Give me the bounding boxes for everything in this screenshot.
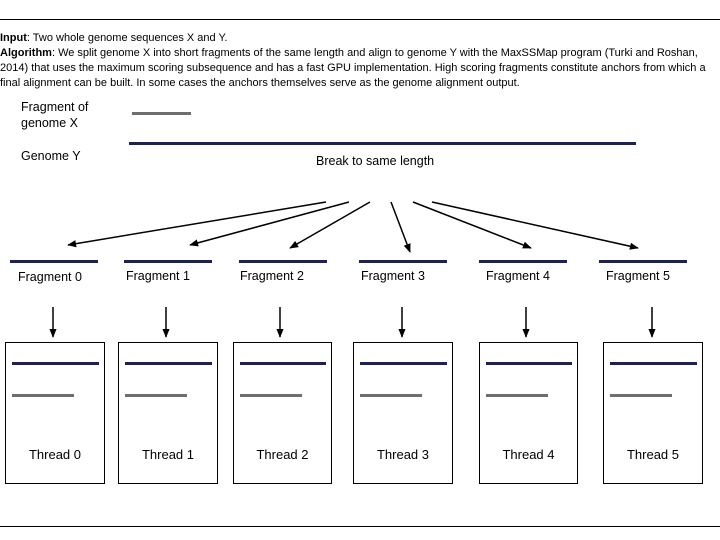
input-text: : Two whole genome sequences X and Y. xyxy=(26,32,228,44)
fragment-bar-2 xyxy=(239,260,327,263)
split-arrow-3 xyxy=(390,201,411,253)
thread-label-1: Thread 1 xyxy=(141,447,195,462)
fragment-bar-0 xyxy=(10,260,98,263)
legend-fragment-line1: Fragment of xyxy=(21,100,89,114)
thread-genome-y-bar xyxy=(240,362,326,365)
legend-fragment-line2: genome X xyxy=(21,116,78,130)
thread-fragment-bar xyxy=(125,394,187,397)
thread-label-3: Thread 3 xyxy=(376,447,430,462)
legend-fragment-bar xyxy=(132,112,191,115)
split-arrow-5 xyxy=(431,201,639,250)
thread-fragment-bar xyxy=(610,394,672,397)
split-arrow-1 xyxy=(189,201,350,247)
fragment-label-2: Fragment 2 xyxy=(240,269,304,283)
description: Input: Two whole genome sequences X and … xyxy=(0,31,720,91)
fragment-label-3: Fragment 3 xyxy=(361,269,425,283)
algorithm-text: : We split genome X into short fragments… xyxy=(0,47,706,89)
thread-genome-y-bar xyxy=(610,362,697,365)
thread-genome-y-bar xyxy=(12,362,99,365)
thread-fragment-bar xyxy=(360,394,422,397)
algorithm-label: Algorithm xyxy=(0,47,52,59)
fragment-label-4: Fragment 4 xyxy=(486,269,550,283)
split-arrow-0 xyxy=(67,201,327,248)
fragment-bar-1 xyxy=(124,260,212,263)
thread-genome-y-bar xyxy=(360,362,447,365)
break-label: Break to same length xyxy=(316,154,435,168)
thread-label-2: Thread 2 xyxy=(256,447,309,462)
legend-genome-y-label: Genome Y xyxy=(21,149,81,163)
thread-label-0: Thread 0 xyxy=(28,447,82,462)
thread-box-5: Thread 5 xyxy=(603,342,703,484)
split-arrow-2 xyxy=(289,201,371,249)
fragment-label-1: Fragment 1 xyxy=(126,269,190,283)
bottom-rule xyxy=(0,526,720,527)
genome-y-bar xyxy=(129,142,636,145)
thread-fragment-bar xyxy=(240,394,302,397)
fragment-bar-5 xyxy=(599,260,687,263)
split-arrow-4 xyxy=(412,201,532,249)
thread-label-4: Thread 4 xyxy=(502,447,555,462)
fragment-bar-4 xyxy=(479,260,567,263)
thread-fragment-bar xyxy=(486,394,548,397)
thread-box-2: Thread 2 xyxy=(233,342,332,484)
fragment-label-0: Fragment 0 xyxy=(18,270,82,284)
thread-box-4: Thread 4 xyxy=(479,342,578,484)
fragment-bar-3 xyxy=(359,260,447,263)
thread-genome-y-bar xyxy=(486,362,572,365)
thread-box-3: Thread 3 xyxy=(353,342,453,484)
thread-box-1: Thread 1 xyxy=(118,342,218,484)
thread-label-5: Thread 5 xyxy=(626,447,680,462)
thread-box-0: Thread 0 xyxy=(5,342,105,484)
legend-fragment-label: Fragment of genome X xyxy=(21,99,88,131)
input-label: Input xyxy=(0,32,27,44)
thread-fragment-bar xyxy=(12,394,74,397)
top-rule xyxy=(0,19,720,20)
fragment-label-5: Fragment 5 xyxy=(606,269,670,283)
thread-genome-y-bar xyxy=(125,362,212,365)
